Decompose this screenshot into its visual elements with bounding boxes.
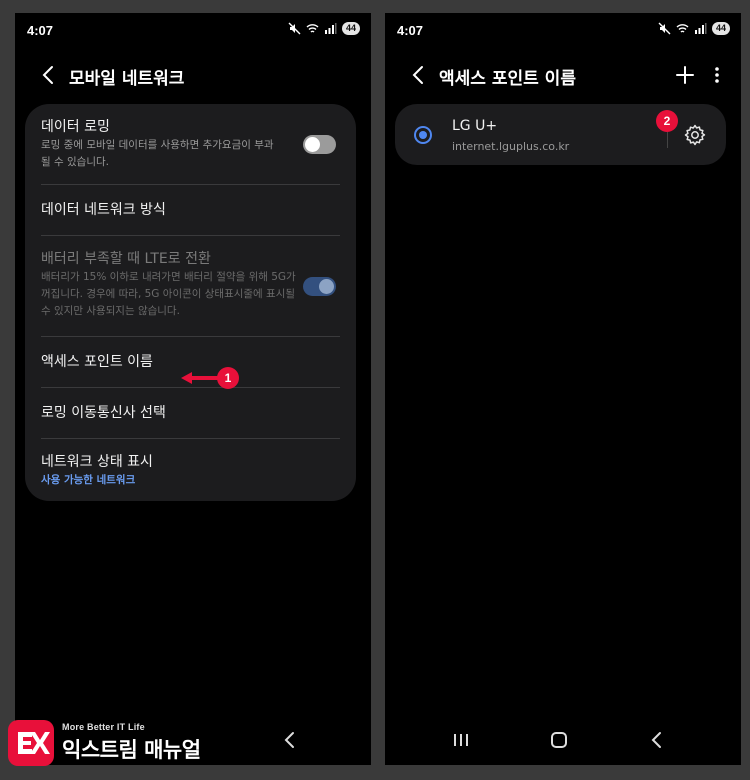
wifi-icon bbox=[676, 24, 689, 33]
status-icons: 44 bbox=[658, 22, 730, 35]
apn-list-item[interactable]: LG U+ internet.lguplus.co.kr 2 bbox=[395, 104, 726, 165]
back-arrow-icon[interactable] bbox=[407, 63, 431, 87]
home-icon[interactable] bbox=[548, 729, 570, 751]
mute-icon bbox=[658, 22, 671, 35]
battery-indicator: 44 bbox=[341, 22, 360, 35]
divider bbox=[667, 132, 668, 148]
right-phone-screen: 4:07 44 액세스 포인트 이름 LG U+ internet.lguplu… bbox=[385, 13, 741, 765]
setting-title: 네트워크 상태 표시 bbox=[41, 454, 153, 470]
divider bbox=[41, 336, 340, 337]
left-phone-screen: 4:07 44 모바일 네트워크 데이터 로밍 로밍 중에 모바일 데이터를 사… bbox=[15, 13, 371, 765]
status-time: 4:07 bbox=[397, 23, 424, 38]
divider bbox=[41, 438, 340, 439]
divider bbox=[41, 387, 340, 388]
wifi-icon bbox=[306, 24, 319, 33]
settings-card: 데이터 로밍 로밍 중에 모바일 데이터를 사용하면 추가요금이 부과될 수 있… bbox=[25, 104, 356, 501]
page-title: 모바일 네트워크 bbox=[69, 69, 185, 89]
setting-title: 데이터 네트워크 방식 bbox=[41, 202, 166, 218]
setting-network-status[interactable]: 네트워크 상태 표시 사용 가능한 네트워크 bbox=[41, 453, 340, 489]
callout-arrow bbox=[181, 372, 219, 384]
nav-back-icon[interactable] bbox=[279, 729, 301, 751]
status-icons: 44 bbox=[288, 22, 360, 35]
setting-roaming-carrier[interactable]: 로밍 이동통신사 선택 bbox=[41, 404, 340, 422]
recent-apps-icon[interactable] bbox=[450, 729, 472, 751]
signal-icon bbox=[324, 23, 337, 34]
gear-icon[interactable] bbox=[683, 123, 707, 147]
app-bar: 액세스 포인트 이름 bbox=[385, 57, 741, 93]
setting-subtitle: 배터리가 15% 이하로 내려가면 배터리 절약을 위해 5G가 꺼집니다. 경… bbox=[41, 271, 296, 317]
setting-lte-switch: 배터리 부족할 때 LTE로 전환 배터리가 15% 이하로 내려가면 배터리 … bbox=[41, 250, 340, 320]
page-title: 액세스 포인트 이름 bbox=[439, 69, 576, 89]
apn-name: LG U+ bbox=[452, 118, 498, 134]
setting-subtitle: 사용 가능한 네트워크 bbox=[41, 474, 136, 486]
setting-data-roaming[interactable]: 데이터 로밍 로밍 중에 모바일 데이터를 사용하면 추가요금이 부과될 수 있… bbox=[41, 118, 340, 171]
navigation-bar bbox=[385, 715, 741, 765]
status-bar: 4:07 44 bbox=[385, 13, 741, 49]
setting-data-network-mode[interactable]: 데이터 네트워크 방식 bbox=[41, 201, 340, 219]
setting-title: 배터리 부족할 때 LTE로 전환 bbox=[41, 251, 211, 267]
divider bbox=[41, 184, 340, 185]
divider bbox=[41, 235, 340, 236]
more-options-icon[interactable] bbox=[707, 63, 727, 87]
callout-badge-1: 1 bbox=[217, 367, 239, 389]
plus-icon[interactable] bbox=[673, 63, 697, 87]
mute-icon bbox=[288, 22, 301, 35]
watermark: More Better IT Life 익스트림 매뉴얼 bbox=[8, 718, 208, 774]
callout-badge-2: 2 bbox=[656, 110, 678, 132]
app-bar: 모바일 네트워크 bbox=[15, 57, 371, 93]
watermark-tagline: More Better IT Life bbox=[62, 722, 145, 732]
setting-subtitle: 로밍 중에 모바일 데이터를 사용하면 추가요금이 부과될 수 있습니다. bbox=[41, 139, 274, 168]
setting-access-point-name[interactable]: 액세스 포인트 이름 bbox=[41, 353, 340, 371]
back-arrow-icon[interactable] bbox=[37, 63, 61, 87]
nav-back-icon[interactable] bbox=[646, 729, 668, 751]
lte-switch-toggle bbox=[303, 277, 336, 296]
data-roaming-toggle[interactable] bbox=[303, 135, 336, 154]
status-bar: 4:07 44 bbox=[15, 13, 371, 49]
apn-url: internet.lguplus.co.kr bbox=[452, 140, 570, 153]
status-time: 4:07 bbox=[27, 23, 54, 38]
brand-logo-icon bbox=[8, 720, 54, 766]
setting-title: 로밍 이동통신사 선택 bbox=[41, 405, 166, 421]
watermark-brand: 익스트림 매뉴얼 bbox=[62, 738, 201, 762]
apn-radio-button[interactable] bbox=[414, 126, 432, 144]
signal-icon bbox=[694, 23, 707, 34]
setting-title: 데이터 로밍 bbox=[41, 119, 110, 135]
setting-title: 액세스 포인트 이름 bbox=[41, 354, 153, 370]
battery-indicator: 44 bbox=[711, 22, 730, 35]
